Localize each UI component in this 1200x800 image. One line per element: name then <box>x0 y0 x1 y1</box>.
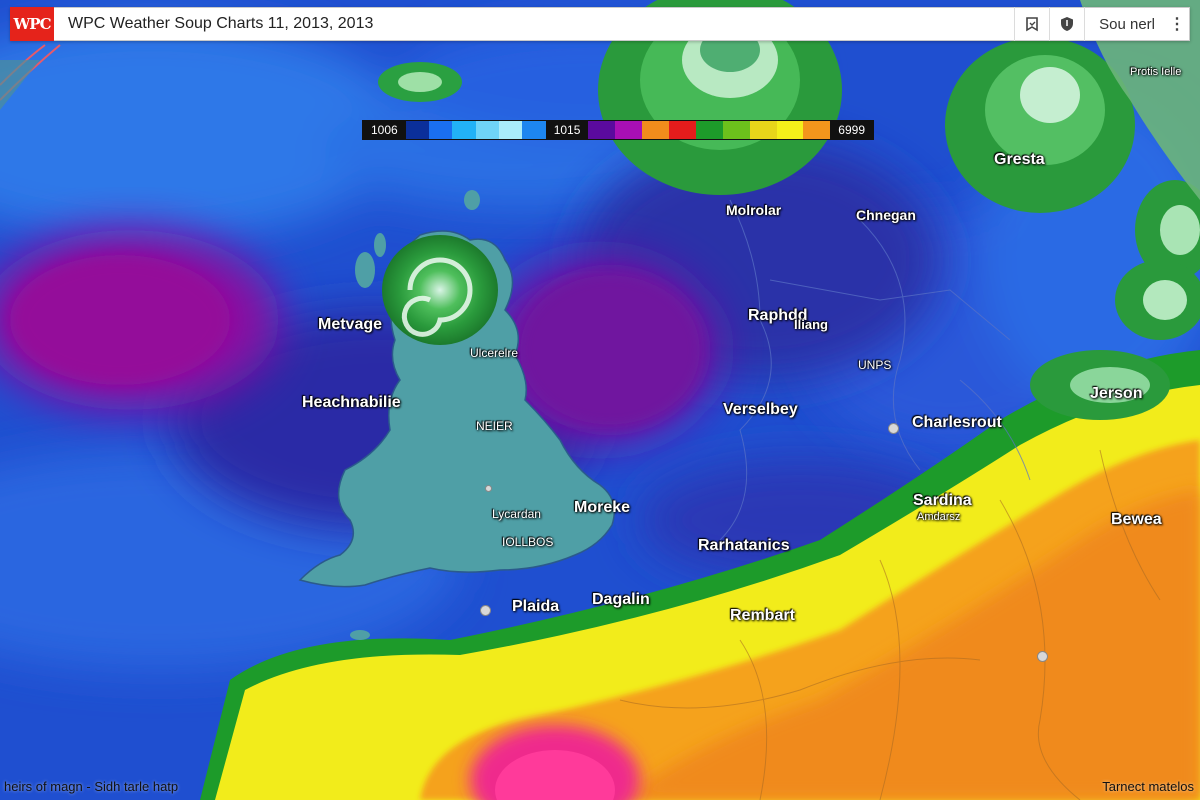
place-label[interactable]: Ulcerelre <box>470 346 518 360</box>
place-label[interactable]: Dagalin <box>592 591 650 609</box>
place-label[interactable]: Rembart <box>730 607 795 625</box>
place-label[interactable]: IOLLBOS <box>502 535 553 549</box>
legend-swatch <box>642 121 670 139</box>
bookmark-button[interactable] <box>1014 7 1049 41</box>
legend-label-right: 6999 <box>830 121 873 139</box>
place-label[interactable]: Plaida <box>512 598 559 616</box>
place-label[interactable]: Lycardan <box>492 507 541 521</box>
legend-swatch <box>776 121 804 139</box>
legend-swatch <box>475 121 500 139</box>
place-label[interactable]: Charlesrout <box>912 414 1002 432</box>
place-label[interactable]: Rarhatanics <box>698 537 790 555</box>
legend-swatch <box>615 121 643 139</box>
place-label[interactable]: Jerson <box>1090 385 1142 403</box>
place-label[interactable]: Molrolar <box>726 202 781 218</box>
place-label[interactable]: Metvage <box>318 316 382 334</box>
wpc-logo[interactable]: WPC <box>10 7 54 41</box>
legend-swatch <box>588 121 616 139</box>
legend-swatch <box>803 121 831 139</box>
footer-right-text: Tarnect matelos <box>1102 779 1194 794</box>
pressure-legend: 1006 1015 6999 <box>362 120 874 140</box>
kebab-menu-icon[interactable]: ⋮ <box>1165 7 1189 41</box>
shield-button[interactable] <box>1049 7 1084 41</box>
city-dot[interactable] <box>888 423 899 434</box>
legend-swatch <box>749 121 777 139</box>
city-dot[interactable] <box>480 605 491 616</box>
bookmark-icon <box>1026 17 1038 32</box>
place-label[interactable]: Gresta <box>994 151 1045 169</box>
place-label[interactable]: Amdarsz <box>917 511 960 523</box>
top-bar: WPC WPC Weather Soup Charts 11, 2013, 20… <box>10 7 1190 41</box>
legend-swatch <box>722 121 750 139</box>
place-label[interactable]: Moreke <box>574 499 630 517</box>
place-label[interactable]: NEIER <box>476 419 513 433</box>
legend-swatch <box>429 121 453 139</box>
place-label[interactable]: UNPS <box>858 358 891 372</box>
place-label[interactable]: Heachnabilie <box>302 394 401 412</box>
place-label[interactable]: Verselbey <box>723 401 798 419</box>
legend-swatches-high <box>588 121 831 139</box>
legend-label-left: 1006 <box>363 121 406 139</box>
place-label[interactable]: Sardina <box>913 492 972 510</box>
legend-swatch <box>452 121 476 139</box>
footer-left-text: heirs of magn - Sidh tarle hatp <box>4 779 179 794</box>
page-title: WPC Weather Soup Charts 11, 2013, 2013 <box>68 15 374 32</box>
legend-swatch <box>695 121 723 139</box>
place-label[interactable]: Iliang <box>794 317 828 332</box>
legend-swatch <box>405 121 430 139</box>
legend-swatches-low <box>405 121 546 139</box>
place-label[interactable]: Bewea <box>1111 511 1162 529</box>
city-dot[interactable] <box>1037 651 1048 662</box>
city-dot[interactable] <box>485 485 492 492</box>
legend-swatch <box>522 121 546 139</box>
legend-swatch <box>669 121 696 139</box>
legend-label-mid: 1015 <box>545 121 589 139</box>
legend-swatch <box>499 121 523 139</box>
place-label[interactable]: Chnegan <box>856 207 916 223</box>
sign-in-link[interactable]: Sou nerl <box>1084 7 1165 41</box>
place-label[interactable]: Protis Ielle <box>1130 66 1181 78</box>
shield-icon <box>1061 17 1074 31</box>
